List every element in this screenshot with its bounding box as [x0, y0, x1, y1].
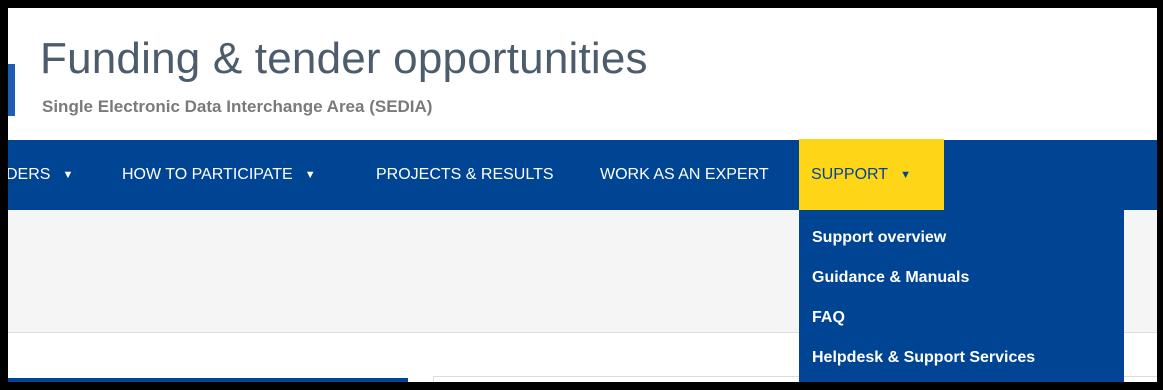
- nav-item-label: HOW TO PARTICIPATE: [122, 166, 293, 183]
- logo-mark: [8, 64, 15, 116]
- menu-item-faq[interactable]: FAQ: [799, 303, 1124, 343]
- nav-item-label: WORK AS AN EXPERT: [600, 166, 769, 183]
- menu-item-support-overview[interactable]: Support overview: [799, 223, 1124, 263]
- nav-item-work-as-an-expert[interactable]: WORK AS AN EXPERT: [600, 140, 769, 210]
- caret-down-icon: ▼: [62, 169, 74, 181]
- caret-down-icon: ▼: [304, 169, 316, 181]
- nav-item-projects-results[interactable]: PROJECTS & RESULTS: [376, 140, 554, 210]
- caret-down-icon: ▼: [900, 169, 911, 181]
- menu-item-helpdesk-support-services[interactable]: Helpdesk & Support Services: [799, 343, 1124, 382]
- nav-item-label: DERS: [6, 166, 51, 183]
- nav-item-label: PROJECTS & RESULTS: [376, 166, 554, 183]
- support-dropdown-menu: Support overview Guidance & Manuals FAQ …: [799, 210, 1124, 382]
- page-subtitle: Single Electronic Data Interchange Area …: [42, 97, 433, 116]
- nav-item-how-to-participate[interactable]: HOW TO PARTICIPATE ▼: [122, 140, 316, 210]
- nav-item-support[interactable]: SUPPORT ▼: [799, 139, 944, 211]
- main-nav: DERS ▼ HOW TO PARTICIPATE ▼ PROJECTS & RES…: [6, 139, 1157, 211]
- page-title: Funding & tender opportunities: [40, 34, 648, 83]
- page: Funding & tender opportunities Single El…: [0, 0, 1163, 390]
- nav-item-label: SUPPORT: [811, 166, 889, 183]
- nav-item-calls-for-tenders[interactable]: DERS ▼: [6, 140, 74, 210]
- left-panel: [8, 378, 408, 382]
- menu-item-guidance-manuals[interactable]: Guidance & Manuals: [799, 263, 1124, 303]
